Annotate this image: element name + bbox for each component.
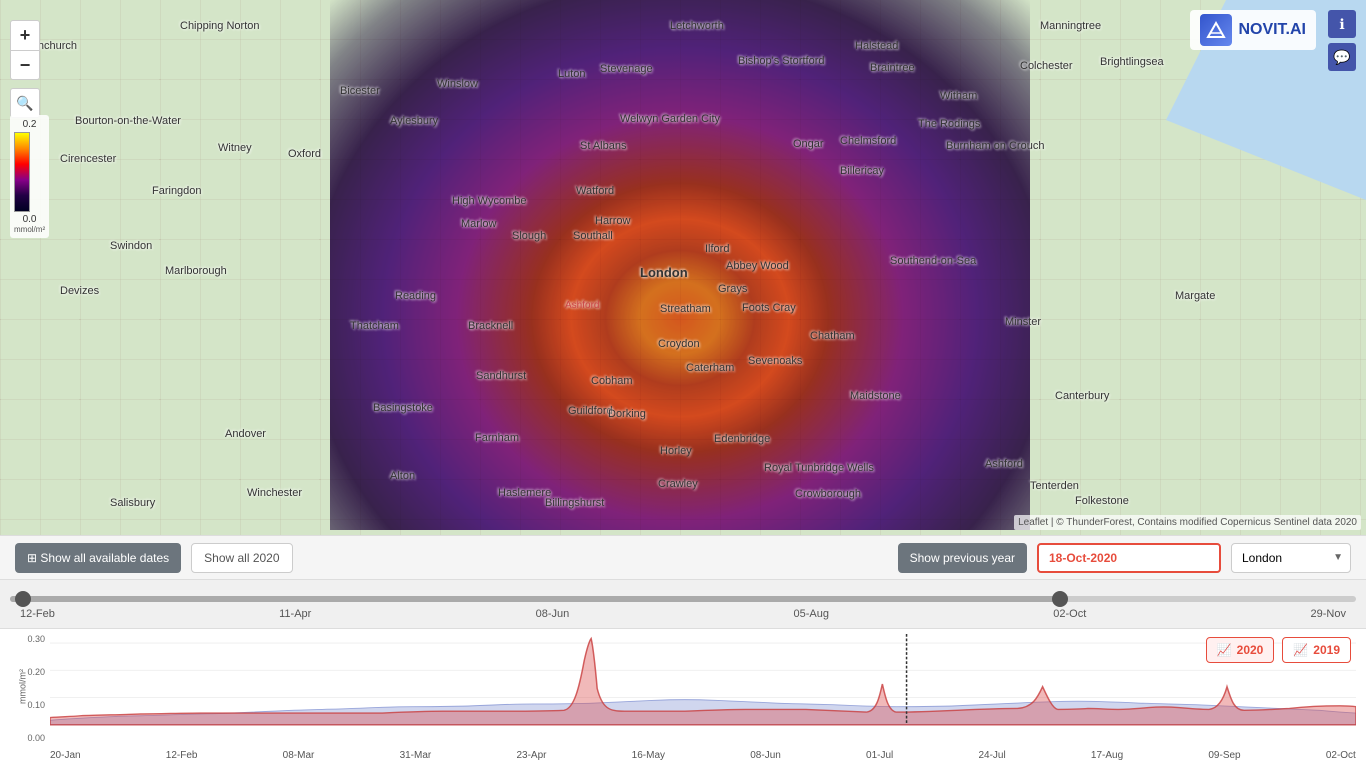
x-label-may: 16-May — [632, 750, 665, 761]
chat-button[interactable]: 💬 — [1328, 43, 1356, 71]
x-label-aug: 17-Aug — [1091, 750, 1123, 761]
show-previous-year-button[interactable]: Show previous year — [898, 543, 1027, 573]
x-label-mar2: 31-Mar — [400, 750, 432, 761]
novit-logo-svg — [1205, 19, 1227, 41]
legend-unit: mmol/m² — [14, 225, 45, 234]
slider-thumb-right[interactable] — [1052, 591, 1068, 607]
chart-2020-area — [50, 639, 1356, 725]
date-label-apr: 11-Apr — [279, 608, 311, 620]
legend-2019-button[interactable]: 📈 2019 — [1282, 637, 1351, 663]
x-label-apr: 23-Apr — [516, 750, 546, 761]
location-select[interactable]: London Birmingham Manchester Edinburgh — [1231, 543, 1351, 573]
zoom-out-button[interactable]: − — [10, 50, 40, 80]
slider-fill — [10, 596, 1060, 602]
date-label-nov: 29-Nov — [1311, 608, 1346, 620]
date-input[interactable] — [1037, 543, 1221, 573]
date-label-aug: 05-Aug — [794, 608, 829, 620]
novit-logo-text: NOVIT.AI — [1238, 21, 1306, 39]
chart-legend: 📈 2020 📈 2019 — [1206, 637, 1351, 663]
legend-min-value: 0.0 — [14, 214, 45, 225]
legend-2020-icon: 📈 — [1217, 643, 1232, 657]
date-label-jun: 08-Jun — [536, 608, 570, 620]
show-all-dates-button[interactable]: ⊞ Show all available dates — [15, 543, 181, 573]
date-label-feb: 12-Feb — [20, 608, 55, 620]
x-label-jul: 01-Jul — [866, 750, 893, 761]
zoom-in-button[interactable]: + — [10, 20, 40, 50]
timeline-top-dates: 12-Feb 11-Apr 08-Jun 05-Aug 02-Oct 29-No… — [0, 608, 1366, 620]
timeline-slider[interactable] — [0, 590, 1366, 608]
x-label-oct: 02-Oct — [1326, 750, 1356, 761]
heatmap-overlay — [330, 0, 1030, 530]
x-label-feb: 12-Feb — [166, 750, 198, 761]
legend-2020-button[interactable]: 📈 2020 — [1206, 637, 1275, 663]
y-label-030: 0.30 — [5, 634, 45, 644]
chart-svg — [50, 634, 1356, 743]
location-select-wrapper: London Birmingham Manchester Edinburgh ▼ — [1231, 543, 1351, 573]
map-zoom-controls: + − 🔍 — [10, 20, 40, 118]
legend-2020-label: 2020 — [1237, 643, 1264, 657]
chart-plot — [50, 634, 1356, 743]
slider-background — [10, 596, 1356, 602]
y-label-000: 0.00 — [5, 733, 45, 743]
novit-branding: NOVIT.AI — [1190, 10, 1316, 50]
slider-thumb-left[interactable] — [15, 591, 31, 607]
show-all-2020-button[interactable]: Show all 2020 — [191, 543, 292, 573]
toolbar: ⊞ Show all available dates Show all 2020… — [0, 535, 1366, 580]
map-search-button[interactable]: 🔍 — [10, 88, 40, 118]
chart-x-axis: 20-Jan 12-Feb 08-Mar 31-Mar 23-Apr 16-Ma… — [50, 743, 1356, 768]
chart-area: 0.30 0.20 0.10 0.00 mmol/m² — [0, 628, 1366, 768]
legend-max-value: 0.2 — [14, 119, 45, 130]
x-label-mar: 08-Mar — [283, 750, 315, 761]
legend-2019-label: 2019 — [1313, 643, 1340, 657]
novit-logo-icon — [1200, 14, 1232, 46]
map-attribution: Leaflet | © ThunderForest, Contains modi… — [1014, 515, 1361, 530]
legend-2019-icon: 📈 — [1293, 643, 1308, 657]
date-label-oct: 02-Oct — [1053, 608, 1086, 620]
x-label-sep: 09-Sep — [1208, 750, 1240, 761]
x-label-jun: 08-Jun — [750, 750, 781, 761]
timeline-container: 12-Feb 11-Apr 08-Jun 05-Aug 02-Oct 29-No… — [0, 580, 1366, 768]
y-axis-title: mmol/m² — [18, 669, 28, 704]
legend-color-bar — [14, 132, 30, 212]
x-label-jul2: 24-Jul — [978, 750, 1005, 761]
x-label-jan: 20-Jan — [50, 750, 81, 761]
map-container[interactable]: London Oxford Reading Guildford Croydon … — [0, 0, 1366, 535]
top-right-buttons: ℹ 💬 — [1328, 10, 1356, 71]
info-button[interactable]: ℹ — [1328, 10, 1356, 38]
color-legend: 0.2 0.0 mmol/m² — [10, 115, 49, 238]
